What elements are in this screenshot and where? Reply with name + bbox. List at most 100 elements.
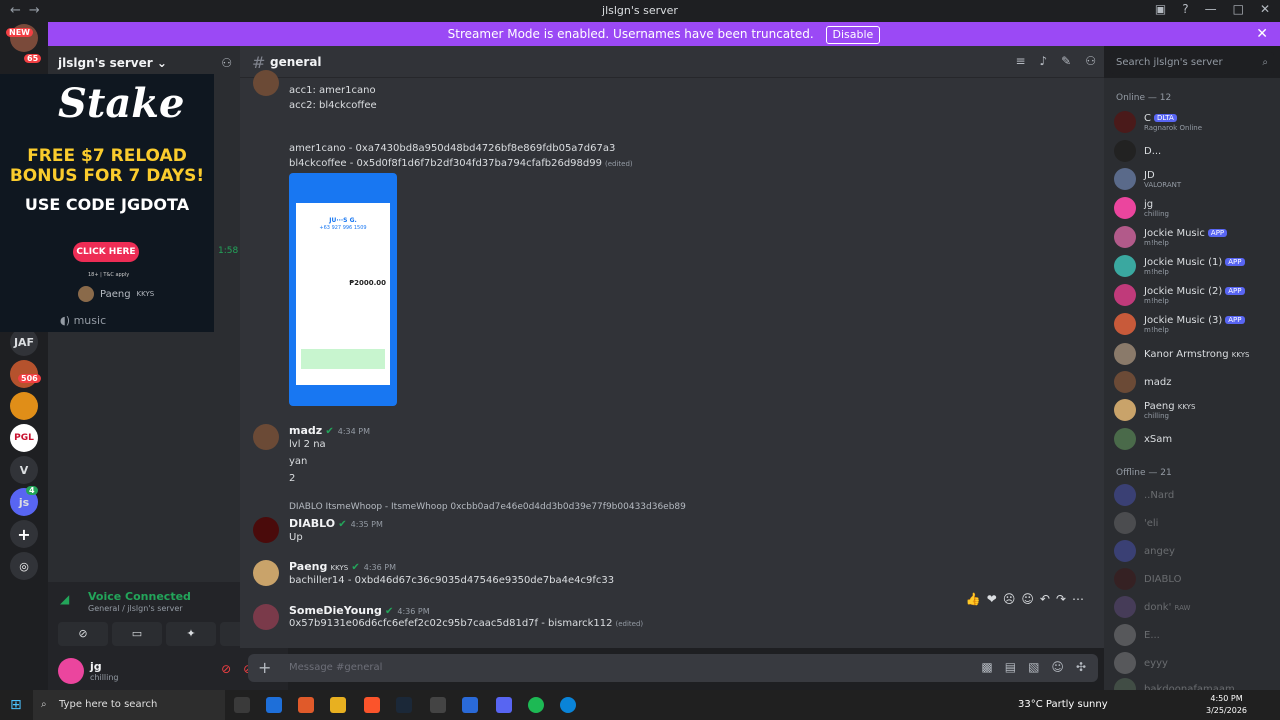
clock[interactable]: 4:50 PM 3/25/2026 [1206,693,1247,717]
server-jaf[interactable]: JAF [10,328,38,356]
signal-icon: ◢ [60,592,70,606]
voice-actions: ⊘ ▭ ✦ ♪ [58,622,270,646]
spotify-icon[interactable] [528,697,544,713]
close-icon[interactable]: ✕ [1256,22,1268,46]
app-icon[interactable] [298,697,314,713]
angry-icon[interactable]: ☹ [1003,592,1016,606]
disable-button[interactable]: Disable [825,26,881,44]
member-item[interactable]: madz [1114,371,1171,393]
help-icon[interactable]: ? [1182,2,1188,16]
voice-channel-music[interactable]: ◖) music [60,314,106,327]
taskbar-search[interactable]: ⌕ Type here to search [33,690,225,720]
maximize-button[interactable]: □ [1233,2,1244,16]
mute-icon[interactable]: ⊘ [221,662,231,676]
server-v[interactable]: V [10,456,38,484]
speaker-icon: ◖) [60,314,71,327]
threads-icon[interactable]: ≡ [1015,54,1025,68]
member-item[interactable]: Jockie Music (3) APP m!help [1114,313,1245,335]
member-item[interactable]: angey [1114,540,1175,562]
apps-icon[interactable]: ✣ [1076,660,1086,674]
add-friend-icon[interactable]: ⚇ [221,56,232,70]
discord-icon[interactable] [496,697,512,713]
start-button[interactable]: ⊞ [10,697,22,713]
camera-off-button[interactable]: ⊘ [58,622,108,646]
activities-button[interactable]: ✦ [166,622,216,646]
emoji-icon[interactable]: ☺ [1051,660,1064,674]
voice-timer: 1:58 [218,246,239,256]
message-input[interactable]: Message #general [289,662,382,673]
message-text: yan [289,456,308,467]
message-text: bl4ckcoffee - 0x5d0f8f1d6f7b2df304fd37ba… [289,158,633,169]
ad-cta-button[interactable]: CLICK HERE [73,242,139,262]
file-explorer-icon[interactable] [330,697,346,713]
member-item[interactable]: Kanor Armstrong KKYS [1114,343,1249,365]
minimize-button[interactable]: — [1205,2,1217,16]
member-item[interactable]: C DLTA Ragnarok Online [1114,111,1202,133]
member-item[interactable]: 'eli [1114,512,1158,534]
weather-widget[interactable]: 33°C Partly sunny [1018,699,1108,710]
voice-member-name: Paeng [100,288,131,300]
bell-icon[interactable]: ♪ [1040,54,1048,68]
member-item[interactable]: ..Nard [1114,484,1174,506]
member-item[interactable]: xSam [1114,428,1172,450]
member-item[interactable]: D... [1114,140,1161,162]
ad-logo: Stake [58,80,185,127]
member-item[interactable]: Paeng KKYS chilling [1114,399,1195,421]
receipt-image[interactable]: JU···S G. +63 927 996 1509 ₱2000.00 [289,173,397,406]
banner-text: Streamer Mode is enabled. Usernames have… [447,27,814,41]
member-item[interactable]: Jockie Music APP m!help [1114,226,1228,248]
sticker-icon[interactable]: ▧ [1028,660,1039,674]
task-view-icon[interactable] [234,697,250,713]
message-text: 2 [289,473,296,484]
member-item[interactable]: E... [1114,624,1160,646]
heart-icon[interactable]: ❤ [987,592,997,606]
server-name[interactable]: jlslgn's server ⌄ [58,56,167,70]
screen-share-button[interactable]: ▭ [112,622,162,646]
message-text: Up [289,532,303,543]
app-icon[interactable] [266,697,282,713]
message-text: 0x57b9131e06d6cfc6efef2c02c95b7caac5d81d… [289,618,644,629]
server-navi[interactable] [10,392,38,420]
discover-icon[interactable]: ◎ [10,552,38,580]
add-reaction-icon[interactable]: ☺ [1021,592,1034,606]
message-header: madz ✔ 4:34 PM [289,424,370,437]
more-icon[interactable]: ⋯ [1072,592,1084,606]
members-icon[interactable]: ⚇ [1085,54,1096,68]
inbox-icon[interactable]: ▣ [1155,2,1166,16]
gif-icon[interactable]: ▤ [1005,660,1016,674]
message-text: acc2: bl4ckcoffee [289,100,377,111]
member-item[interactable]: jg chilling [1114,197,1169,219]
app-icon[interactable] [462,697,478,713]
add-attachment-icon[interactable]: + [258,658,271,677]
brave-icon[interactable] [364,697,380,713]
member-item[interactable]: Jockie Music (2) APP m!help [1114,284,1245,306]
close-button[interactable]: ✕ [1260,2,1270,16]
thumbs-up-icon[interactable]: 👍 [966,592,981,606]
reply-icon[interactable]: ↶ [1040,592,1050,606]
reply-preview[interactable]: DIABLO ItsmeWhoop - ItsmeWhoop 0xcbb0ad7… [289,502,686,512]
add-server-icon[interactable]: + [10,520,38,548]
header-tools: ≡ ♪ ✎ ⚇ [1015,54,1096,68]
user-status: chilling [90,673,119,682]
member-item[interactable]: Jockie Music (1) APP m!help [1114,255,1245,277]
search-input[interactable]: Search jlslgn's server ⌕ [1110,52,1274,74]
server-pgl[interactable]: PGL [10,424,38,452]
app-icon[interactable] [430,697,446,713]
message-header: Paeng KKYS ✔ 4:36 PM [289,560,396,573]
member-item[interactable]: eyyy [1114,652,1168,674]
ad-headline: FREE $7 RELOAD BONUS FOR 7 DAYS! [9,146,205,186]
message-composer[interactable]: + Message #general ▩ ▤ ▧ ☺ ✣ [248,654,1098,682]
steam-icon[interactable] [396,697,412,713]
member-item[interactable]: donk' RAW [1114,596,1190,618]
forward-icon[interactable]: ↷ [1056,592,1066,606]
ad-fineprint: 18+ | T&C apply [88,272,130,278]
voice-member[interactable]: Paeng KKYS [78,286,154,302]
pin-icon[interactable]: ✎ [1061,54,1071,68]
member-item[interactable]: JD VALORANT [1114,168,1181,190]
member-item[interactable]: DIABLO [1114,568,1181,590]
receipt-amount: ₱2000.00 [349,279,386,287]
voice-location[interactable]: General / jlslgn's server [88,604,183,613]
user-panel[interactable]: jg chilling [58,658,119,684]
gift-icon[interactable]: ▩ [981,660,992,674]
edge-icon[interactable] [560,697,576,713]
